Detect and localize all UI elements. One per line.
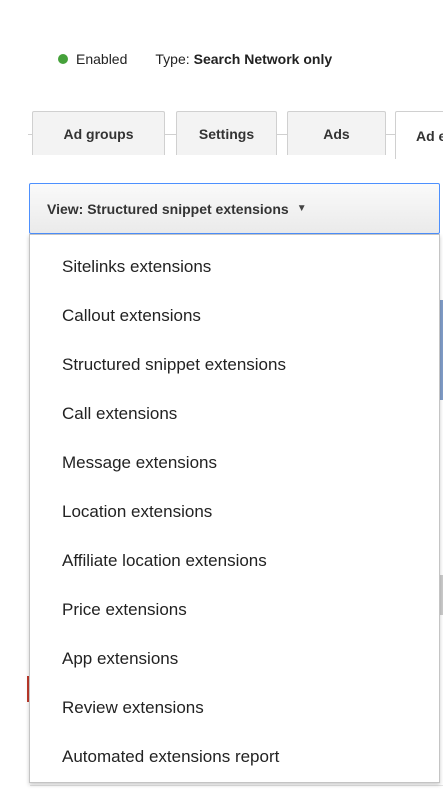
menu-item-location-extensions[interactable]: Location extensions <box>30 487 439 536</box>
menu-item-sitelinks-extensions[interactable]: Sitelinks extensions <box>30 242 439 291</box>
menu-item-message-extensions[interactable]: Message extensions <box>30 438 439 487</box>
campaign-status-row: Enabled Type: Search Network only <box>58 49 332 69</box>
menu-item-app-extensions[interactable]: App extensions <box>30 634 439 683</box>
campaign-page: Enabled Type: Search Network only Ad gro… <box>0 0 443 791</box>
menu-item-automated-extensions-report[interactable]: Automated extensions report <box>30 732 439 781</box>
menu-item-structured-snippet-extensions[interactable]: Structured snippet extensions <box>30 340 439 389</box>
tab-settings[interactable]: Settings <box>176 111 277 155</box>
tab-ads[interactable]: Ads <box>287 111 386 155</box>
view-dropdown-menu: Sitelinks extensions Callout extensions … <box>29 234 440 783</box>
menu-item-review-extensions[interactable]: Review extensions <box>30 683 439 732</box>
type-label: Type: <box>155 51 190 67</box>
caret-down-icon: ▼ <box>296 203 307 214</box>
menu-item-price-extensions[interactable]: Price extensions <box>30 585 439 634</box>
type-value: Search Network only <box>193 51 333 67</box>
menu-item-callout-extensions[interactable]: Callout extensions <box>30 291 439 340</box>
campaign-type: Type: Search Network only <box>155 51 332 67</box>
view-dropdown-label: View: Structured snippet extensions <box>47 200 289 217</box>
status-dot-icon <box>58 54 68 64</box>
tab-ad-extensions[interactable]: Ad extensions <box>395 111 443 159</box>
tab-ad-groups[interactable]: Ad groups <box>32 111 165 155</box>
status-label[interactable]: Enabled <box>76 51 127 67</box>
menu-item-affiliate-location-extensions[interactable]: Affiliate location extensions <box>30 536 439 585</box>
view-dropdown-button[interactable]: View: Structured snippet extensions ▼ <box>29 183 440 234</box>
background-divider <box>30 785 443 786</box>
menu-item-call-extensions[interactable]: Call extensions <box>30 389 439 438</box>
